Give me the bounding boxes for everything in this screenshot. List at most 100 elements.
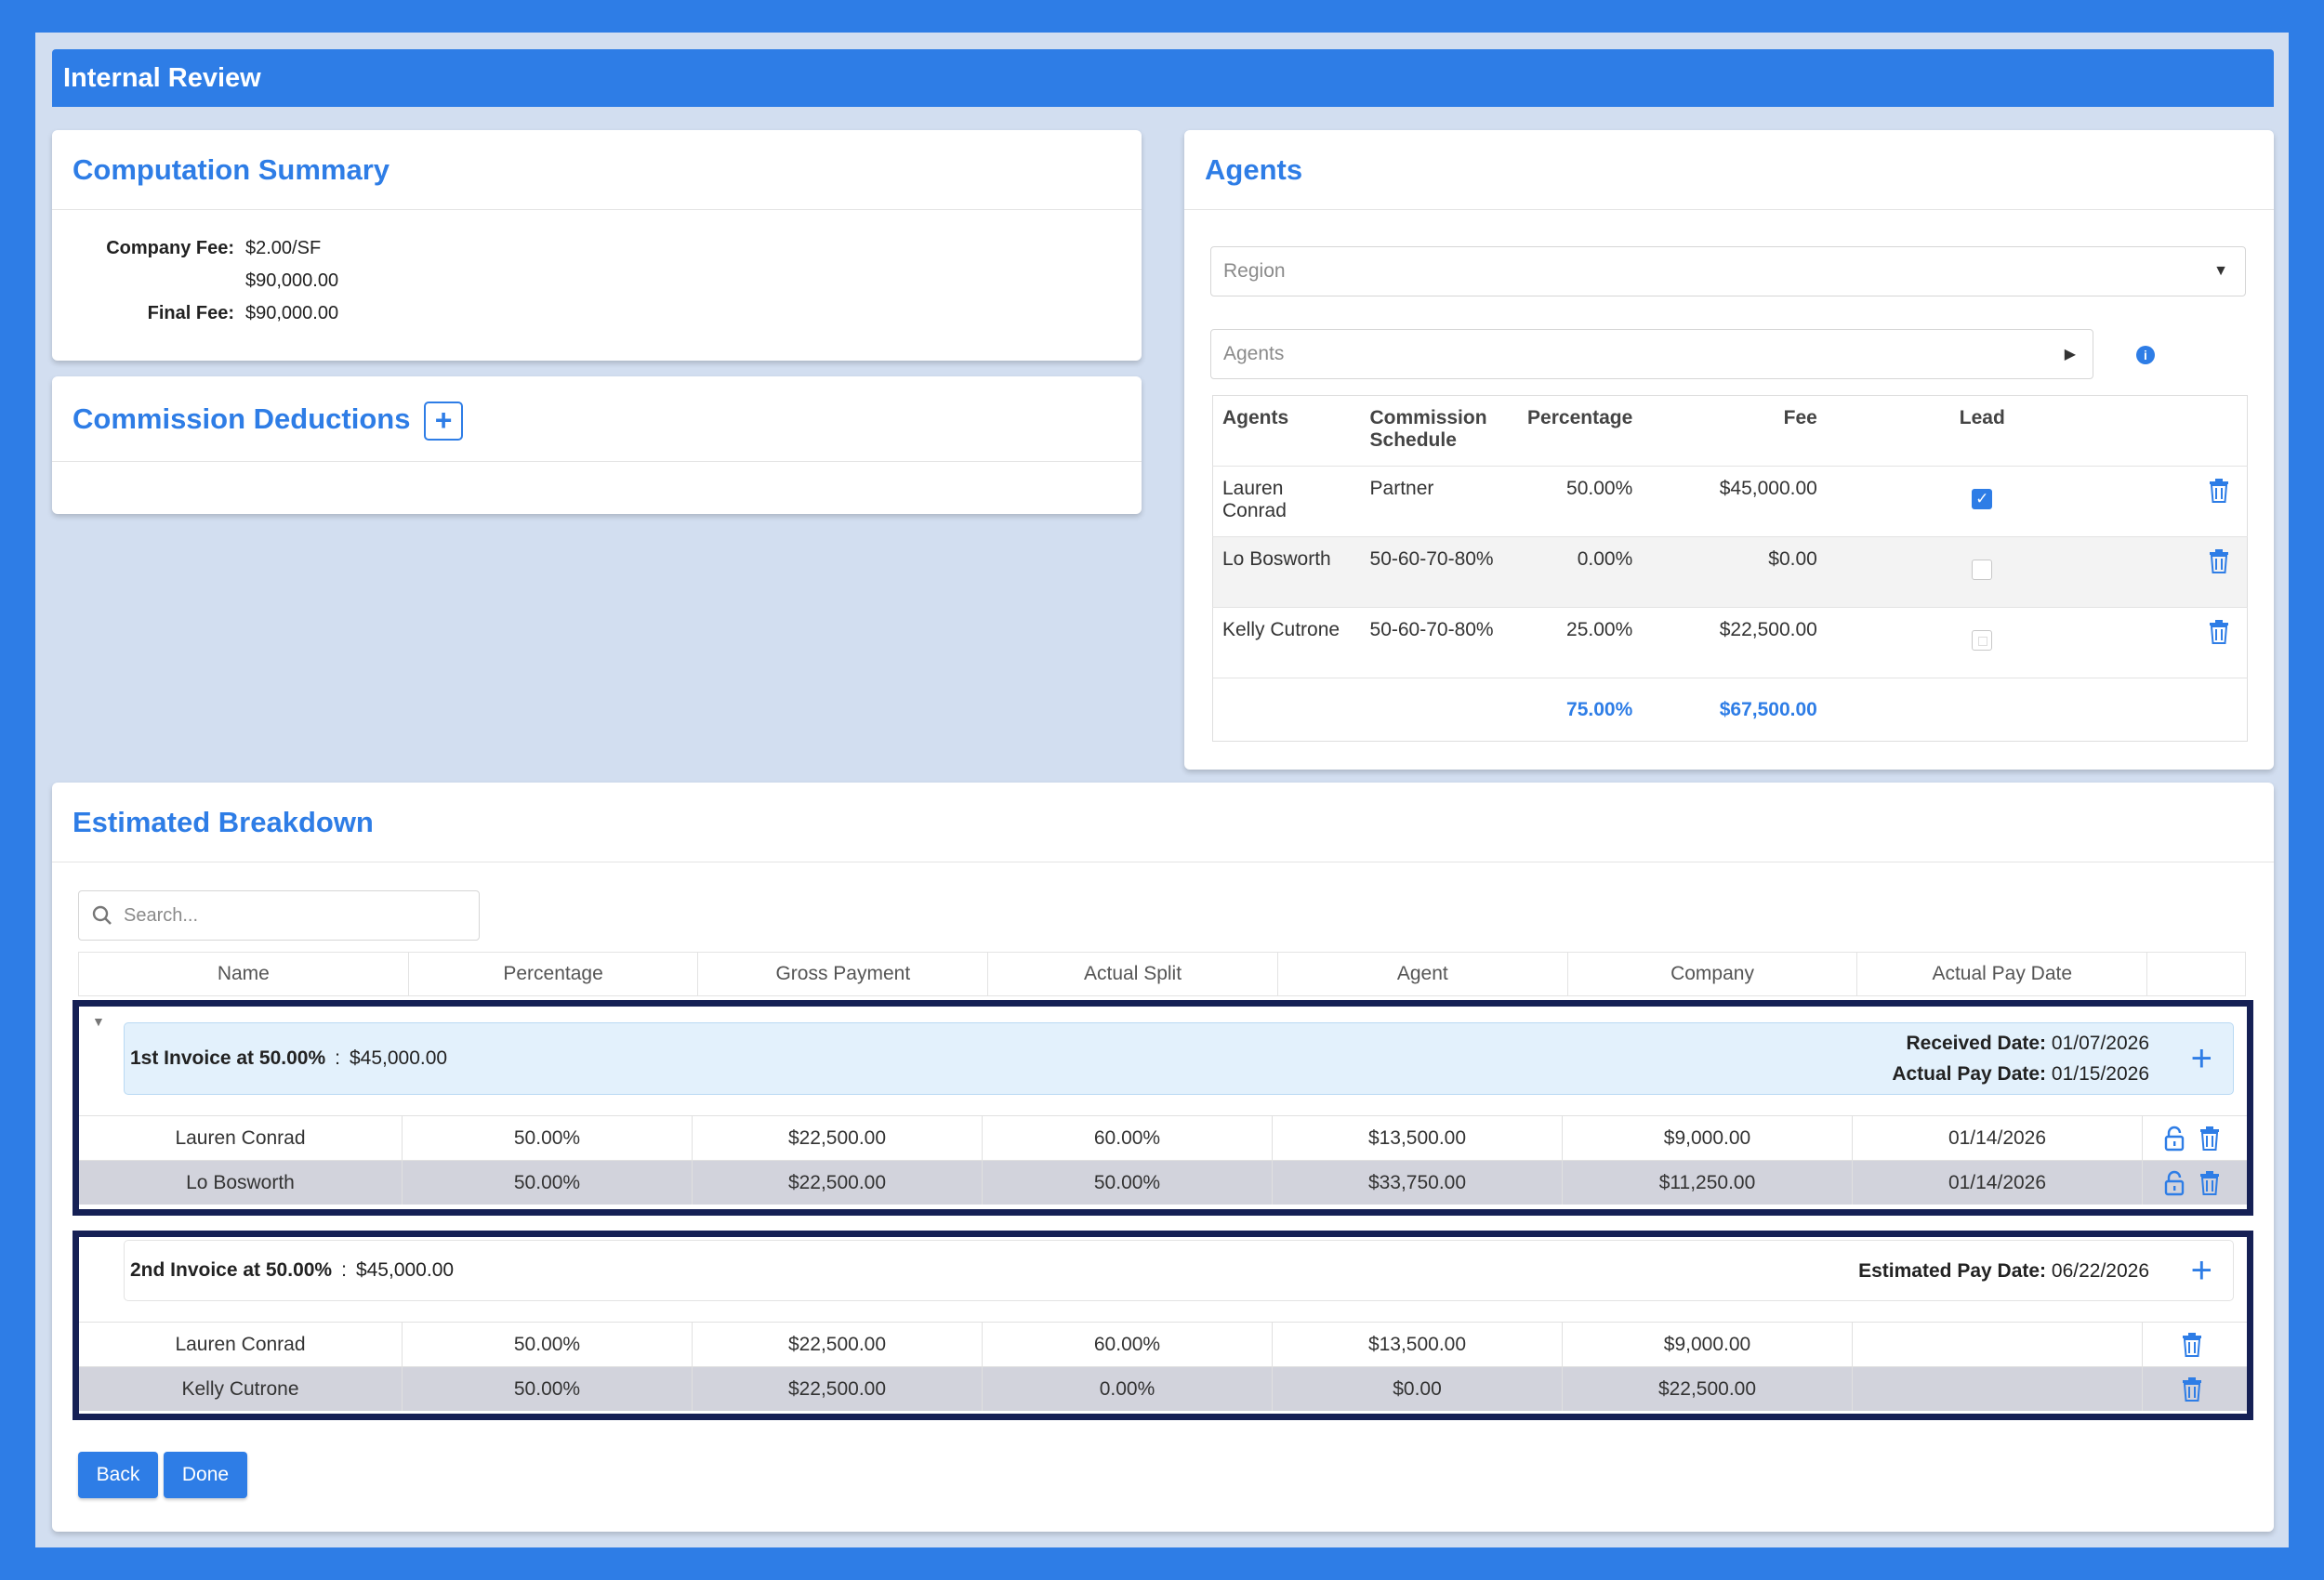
agent-schedule: Partner — [1360, 466, 1519, 537]
estimated-pay-date-label: Estimated Pay Date: — [1858, 1259, 2047, 1282]
agent-percentage: 50.00% — [1518, 466, 1643, 537]
agent-schedule: 50-60-70-80% — [1360, 536, 1519, 608]
invoice-header-2[interactable]: 2nd Invoice at 50.00% : $45,000.00 Estim… — [124, 1240, 2234, 1301]
col-gross-payment: Gross Payment — [698, 953, 989, 995]
search-icon — [92, 905, 112, 925]
col-agents: Agents — [1222, 407, 1289, 428]
row-pay-date[interactable]: 01/14/2026 — [1853, 1161, 2143, 1205]
col-company: Company — [1568, 953, 1858, 995]
row-agent: $0.00 — [1273, 1367, 1563, 1411]
invoice-label: 2nd Invoice at 50.00% — [130, 1259, 333, 1281]
row-percentage: 50.00% — [403, 1323, 693, 1366]
agent-percentage: 0.00% — [1518, 536, 1643, 608]
lead-checkbox[interactable] — [1972, 560, 1993, 580]
trash-icon[interactable] — [2208, 478, 2230, 504]
info-icon[interactable]: i — [2136, 346, 2155, 364]
computation-summary-card: Computation Summary Company Fee: $2.00/S… — [52, 130, 1142, 361]
invoice-label: 1st Invoice at 50.00% — [130, 1047, 326, 1069]
row-split: 50.00% — [983, 1161, 1273, 1205]
table-row: Kelly Cutrone 50.00% $22,500.00 0.00% $0… — [79, 1366, 2247, 1411]
invoice-dates: Estimated Pay Date: 06/22/2026 — [1858, 1256, 2149, 1286]
col-actual-split: Actual Split — [988, 953, 1278, 995]
lead-checkbox[interactable] — [1972, 630, 1993, 651]
add-payment-button[interactable]: + — [2191, 1040, 2212, 1077]
row-pay-date[interactable] — [1853, 1323, 2143, 1366]
computation-summary-title: Computation Summary — [52, 130, 1142, 210]
col-actual-pay-date: Actual Pay Date — [1857, 953, 2148, 995]
agents-table: Agents Commission Schedule Percentage Fe… — [1212, 395, 2248, 742]
commission-deductions-card: Commission Deductions + — [52, 376, 1142, 514]
agent-row: Kelly Cutrone 50-60-70-80% 25.00% $22,50… — [1212, 607, 2248, 678]
commission-deductions-header: Commission Deductions + — [52, 376, 1142, 462]
row-gross: $22,500.00 — [693, 1161, 983, 1205]
search-input[interactable]: Search... — [78, 890, 480, 941]
row-gross: $22,500.00 — [693, 1367, 983, 1411]
invoice-header-1[interactable]: 1st Invoice at 50.00% : $45,000.00 Recei… — [124, 1022, 2234, 1095]
region-placeholder: Region — [1223, 260, 1286, 282]
agents-card: Agents Region ▼ Agents ▶ i Agents Commis… — [1184, 130, 2274, 770]
unlock-icon[interactable] — [2163, 1126, 2185, 1152]
add-payment-button[interactable]: + — [2191, 1252, 2212, 1289]
trash-icon[interactable] — [2199, 1170, 2221, 1196]
trash-icon[interactable] — [2199, 1126, 2221, 1152]
unlock-icon[interactable] — [2163, 1170, 2185, 1196]
caret-right-icon: ▶ — [2064, 347, 2076, 362]
row-pay-date[interactable] — [1853, 1367, 2143, 1411]
agents-select[interactable]: Agents ▶ — [1210, 329, 2093, 379]
row-split: 60.00% — [983, 1116, 1273, 1160]
trash-icon[interactable] — [2181, 1332, 2203, 1358]
actual-pay-date-label: Actual Pay Date: — [1892, 1063, 2047, 1085]
invoice-group-2: 2nd Invoice at 50.00% : $45,000.00 Estim… — [73, 1231, 2253, 1420]
col-commission-schedule: Commission Schedule — [1369, 407, 1487, 451]
row-name: Lo Bosworth — [79, 1161, 403, 1205]
actual-pay-date: 01/15/2026 — [2051, 1063, 2149, 1085]
estimated-pay-date: 06/22/2026 — [2051, 1259, 2149, 1282]
commission-deductions-title: Commission Deductions — [73, 402, 411, 435]
received-date-label: Received Date: — [1906, 1033, 2047, 1054]
trash-icon[interactable] — [2208, 619, 2230, 645]
agent-fee: $22,500.00 — [1642, 607, 1827, 678]
row-company: $22,500.00 — [1563, 1367, 1853, 1411]
agent-name: Kelly Cutrone — [1212, 607, 1361, 678]
table-row: Lauren Conrad 50.00% $22,500.00 60.00% $… — [79, 1115, 2247, 1160]
agent-row: Lauren Conrad Partner 50.00% $45,000.00 … — [1212, 466, 2248, 537]
agent-fee: $0.00 — [1642, 536, 1827, 608]
invoice-group-1: ▼ 1st Invoice at 50.00% : $45,000.00 Rec… — [73, 1000, 2253, 1216]
agents-total-row: 75.00% $67,500.00 — [1212, 678, 2248, 742]
row-split: 0.00% — [983, 1367, 1273, 1411]
row-agent: $33,750.00 — [1273, 1161, 1563, 1205]
col-lead: Lead — [1959, 407, 2005, 428]
row-agent: $13,500.00 — [1273, 1116, 1563, 1160]
row-company: $11,250.00 — [1563, 1161, 1853, 1205]
row-gross: $22,500.00 — [693, 1116, 983, 1160]
trash-icon[interactable] — [2208, 548, 2230, 574]
region-select[interactable]: Region ▼ — [1210, 246, 2246, 296]
row-pay-date[interactable]: 01/14/2026 — [1853, 1116, 2143, 1160]
add-deduction-button[interactable]: + — [424, 401, 464, 441]
row-split: 60.00% — [983, 1323, 1273, 1366]
agents-table-header: Agents Commission Schedule Percentage Fe… — [1213, 396, 2248, 467]
total-fee: $67,500.00 — [1642, 678, 1827, 742]
col-percentage: Percentage — [409, 953, 699, 995]
agents-title: Agents — [1184, 130, 2274, 210]
back-button[interactable]: Back — [78, 1452, 158, 1498]
trash-icon[interactable] — [2181, 1376, 2203, 1402]
row-percentage: 50.00% — [403, 1367, 693, 1411]
agent-schedule: 50-60-70-80% — [1360, 607, 1519, 678]
search-placeholder: Search... — [124, 904, 199, 926]
row-name: Lauren Conrad — [79, 1116, 403, 1160]
col-fee: Fee — [1783, 407, 1817, 428]
table-row: Lo Bosworth 50.00% $22,500.00 50.00% $33… — [79, 1160, 2247, 1205]
row-agent: $13,500.00 — [1273, 1323, 1563, 1366]
final-fee-value: $90,000.00 — [245, 303, 339, 323]
estimated-breakdown-title: Estimated Breakdown — [52, 783, 2274, 862]
collapse-icon[interactable]: ▼ — [92, 1014, 105, 1029]
company-fee-amount: $90,000.00 — [245, 270, 339, 291]
col-agent: Agent — [1278, 953, 1568, 995]
received-date: 01/07/2026 — [2051, 1033, 2149, 1054]
done-button[interactable]: Done — [164, 1452, 247, 1498]
company-fee-label: Company Fee: — [106, 238, 234, 258]
lead-checkbox[interactable]: ✓ — [1972, 489, 1993, 509]
page-header: Internal Review — [52, 49, 2274, 107]
agent-row: Lo Bosworth 50-60-70-80% 0.00% $0.00 — [1212, 536, 2248, 608]
